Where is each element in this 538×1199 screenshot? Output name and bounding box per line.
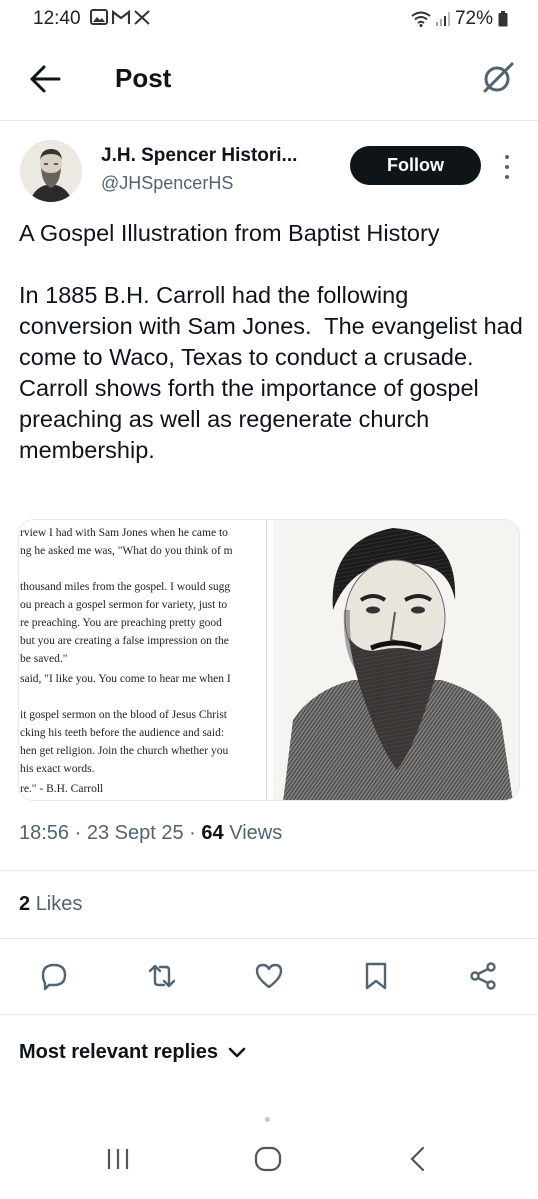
- repost-icon[interactable]: [147, 961, 177, 991]
- meta-separator: ·: [74, 822, 82, 844]
- like-icon[interactable]: [254, 961, 284, 991]
- tweet-text: A Gospel Illustration from Baptist Histo…: [19, 220, 523, 463]
- views-count: 64: [201, 822, 224, 844]
- likes-summary[interactable]: 2 Likes: [19, 893, 82, 916]
- status-right: 72%: [411, 8, 508, 30]
- media-text-line: cking his teeth before the audience and …: [20, 727, 225, 739]
- media-text-line: said, "I like you. You come to hear me w…: [20, 673, 231, 685]
- status-bar: 12:40 72%: [0, 0, 538, 38]
- tweet-media[interactable]: rview I had with Sam Jones when he came …: [18, 519, 520, 801]
- media-portrait: [273, 520, 519, 800]
- replies-sort-label: Most relevant replies: [19, 1041, 218, 1063]
- media-text-line: his exact words.: [20, 763, 95, 775]
- tweet-meta: 18:56 · 23 Sept 25 · 64 Views: [19, 822, 282, 845]
- media-text-line: it gospel sermon on the blood of Jesus C…: [20, 709, 227, 721]
- media-text-line: re." - B.H. Carroll: [20, 783, 104, 795]
- notification-icons: [90, 9, 150, 25]
- recent-apps-icon[interactable]: [105, 1146, 131, 1172]
- grok-icon[interactable]: [480, 60, 516, 96]
- header-divider: [0, 120, 538, 121]
- media-text-line: rview I had with Sam Jones when he came …: [20, 527, 228, 539]
- page-indicator-dot: [265, 1117, 270, 1122]
- media-text-line: re preaching. You are preaching pretty g…: [20, 617, 222, 629]
- media-text-excerpt: rview I had with Sam Jones when he came …: [19, 520, 267, 800]
- back-nav-icon[interactable]: [408, 1146, 428, 1172]
- engraved-portrait: [273, 520, 519, 800]
- media-text-line: ou preach a gospel sermon for variety, j…: [20, 599, 228, 611]
- chevron-down-icon: [228, 1047, 246, 1057]
- more-options-icon[interactable]: [501, 152, 513, 182]
- battery-icon: [498, 11, 508, 27]
- meta-divider: [0, 870, 538, 871]
- follow-button[interactable]: Follow: [350, 146, 481, 185]
- action-bar: [0, 955, 538, 999]
- media-text-line: hen get religion. Join the church whethe…: [20, 745, 229, 757]
- media-text-line: thousand miles from the gospel. I would …: [20, 581, 231, 593]
- tweet-date: 23 Sept 25: [86, 822, 184, 844]
- bookmark-icon[interactable]: [361, 961, 391, 991]
- signal-icon: [435, 12, 450, 26]
- media-text-line: ng he asked me was, "What do you think o…: [20, 545, 233, 557]
- media-text-line: but you are creating a false impression …: [20, 635, 229, 647]
- back-arrow-icon[interactable]: [28, 64, 62, 94]
- media-text-line: be saved.": [20, 653, 68, 665]
- x-icon: [134, 9, 150, 25]
- tweet-time: 18:56: [19, 822, 70, 844]
- share-icon[interactable]: [468, 961, 498, 991]
- views-label: Views: [229, 822, 283, 844]
- gmail-icon: [112, 9, 130, 24]
- wifi-icon: [411, 11, 431, 27]
- avatar[interactable]: [20, 140, 82, 202]
- battery-percent: 72%: [454, 8, 493, 29]
- system-nav-bar: [0, 1130, 538, 1190]
- reply-icon[interactable]: [39, 961, 69, 991]
- post-header: Post: [0, 50, 538, 108]
- home-icon[interactable]: [254, 1146, 282, 1172]
- author-handle[interactable]: @JHSpencerHS: [101, 173, 233, 194]
- likes-label: Likes: [35, 893, 83, 915]
- meta-separator: ·: [189, 822, 196, 844]
- likes-count: 2: [19, 893, 31, 915]
- author-name[interactable]: J.H. Spencer Histori...: [101, 145, 297, 167]
- page-title: Post: [115, 63, 172, 93]
- gallery-icon: [90, 9, 108, 25]
- replies-sort[interactable]: Most relevant replies: [19, 1041, 246, 1064]
- likes-divider: [0, 938, 538, 939]
- actions-divider: [0, 1014, 538, 1015]
- status-time: 12:40: [33, 8, 81, 29]
- avatar-portrait: [20, 140, 82, 202]
